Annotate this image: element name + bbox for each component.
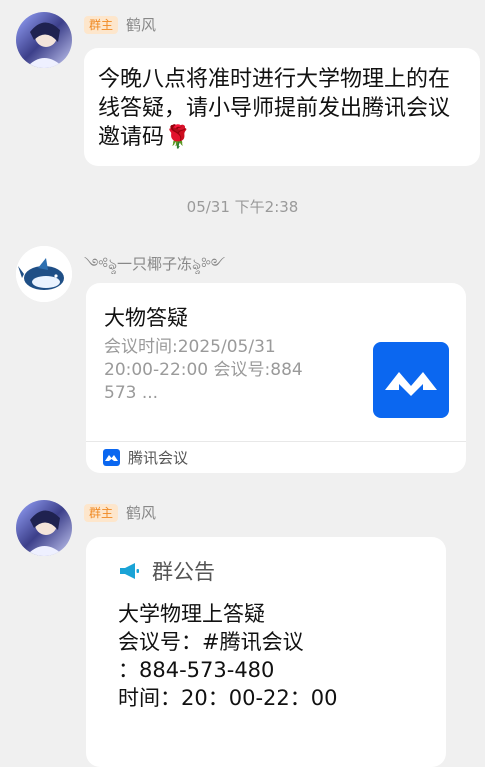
notice-body: 大学物理上答疑 会议号：#腾讯会议 ：884-573-480 时间：20：00-… [118,602,338,710]
avatar-whale[interactable] [16,246,72,302]
source-app-name: 腾讯会议 [128,449,189,467]
sender-meta: 群主 鹤风 [84,14,156,35]
megaphone-icon [118,560,140,582]
owner-badge: 群主 [84,15,119,34]
message-text: 今晚八点将准时进行大学物理上的在线答疑，请小导师提前发出腾讯会议邀请码🌹 [98,67,451,150]
notice-header: 群公告 [118,556,215,586]
owner-badge: 群主 [84,503,119,522]
card-description: 会议时间:2025/05/31 20:00-22:00 会议号:884 573 … [104,337,303,403]
card-title: 大物答疑 [104,306,188,330]
avatar-heguang[interactable] [16,12,72,68]
card-divider [86,441,466,442]
sender-name[interactable]: 鹤风 [126,14,156,35]
timestamp: 05/31 下午2:38 [186,198,299,216]
avatar-heguang[interactable] [16,500,72,556]
sender-name[interactable]: 鹤风 [126,502,156,523]
tencent-meeting-icon [373,342,449,418]
card-source: 腾讯会议 [103,447,188,468]
tencent-meeting-icon [103,449,120,466]
sender-meta: 群主 鹤风 [84,502,156,523]
notice-label: 群公告 [152,560,215,584]
